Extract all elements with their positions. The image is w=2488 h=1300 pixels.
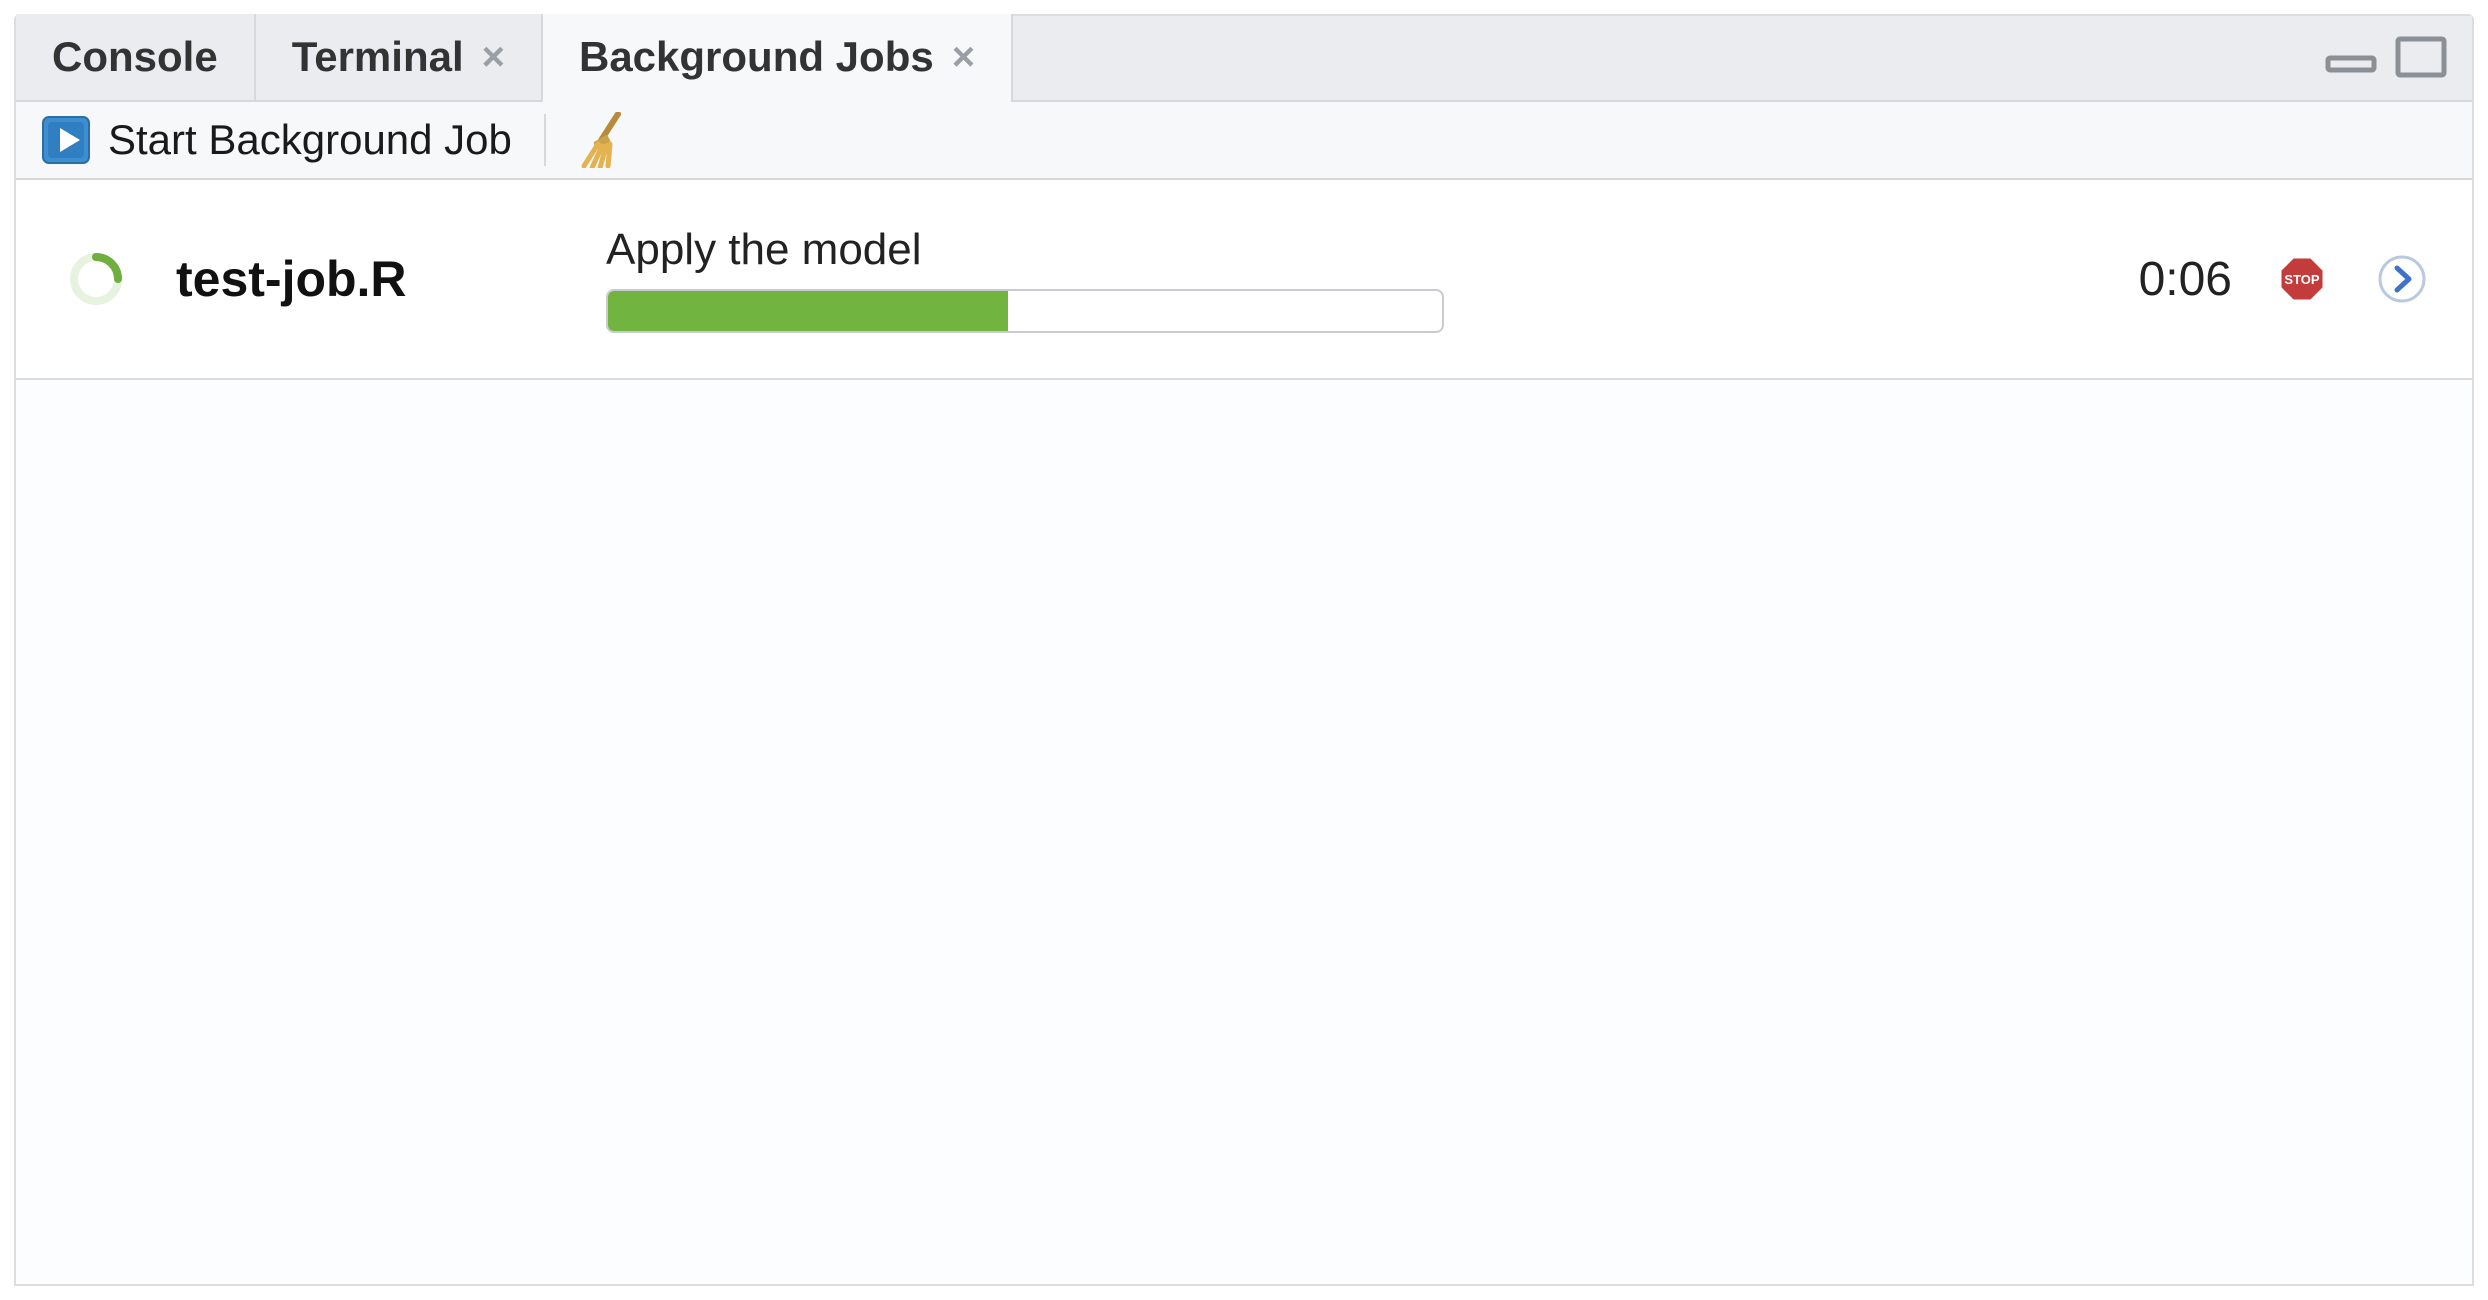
play-icon: [42, 116, 90, 164]
stop-job-button[interactable]: STOP: [2272, 254, 2332, 304]
tab-terminal[interactable]: Terminal ×: [256, 14, 543, 100]
spinner-icon: [68, 251, 124, 307]
start-background-job-button[interactable]: Start Background Job: [36, 112, 518, 168]
close-icon[interactable]: ×: [482, 37, 505, 77]
tab-console-label: Console: [52, 33, 218, 81]
job-list: test-job.R Apply the model 0:06 STOP: [16, 180, 2472, 380]
toolbar-divider: [544, 114, 546, 166]
tab-background-jobs[interactable]: Background Jobs ×: [543, 14, 1013, 100]
job-name: test-job.R: [176, 250, 566, 308]
minimize-icon[interactable]: [2324, 40, 2378, 74]
broom-icon: [578, 112, 630, 168]
chevron-right-icon: [2377, 254, 2427, 304]
maximize-icon[interactable]: [2394, 35, 2448, 79]
job-status-text: Apply the model: [606, 225, 2012, 275]
clear-jobs-button[interactable]: [572, 108, 636, 172]
job-row: test-job.R Apply the model 0:06 STOP: [16, 180, 2472, 380]
open-job-button[interactable]: [2372, 254, 2432, 304]
jobs-toolbar: Start Background Job: [16, 102, 2472, 180]
tab-background-jobs-label: Background Jobs: [579, 33, 934, 81]
tab-bar: Console Terminal × Background Jobs ×: [16, 16, 2472, 102]
tab-terminal-label: Terminal: [292, 33, 464, 81]
job-list-empty-area: [16, 380, 2472, 1284]
tabbar-window-controls: [2324, 14, 2472, 100]
job-progress-bar: [606, 289, 1444, 333]
start-background-job-label: Start Background Job: [108, 116, 512, 164]
stop-icon: STOP: [2277, 254, 2327, 304]
close-icon[interactable]: ×: [952, 37, 975, 77]
job-progress-fill: [608, 291, 1008, 331]
background-jobs-pane: Console Terminal × Background Jobs ×: [14, 14, 2474, 1286]
tab-console[interactable]: Console: [16, 14, 256, 100]
job-elapsed: 0:06: [2052, 252, 2232, 307]
svg-text:STOP: STOP: [2284, 272, 2319, 287]
